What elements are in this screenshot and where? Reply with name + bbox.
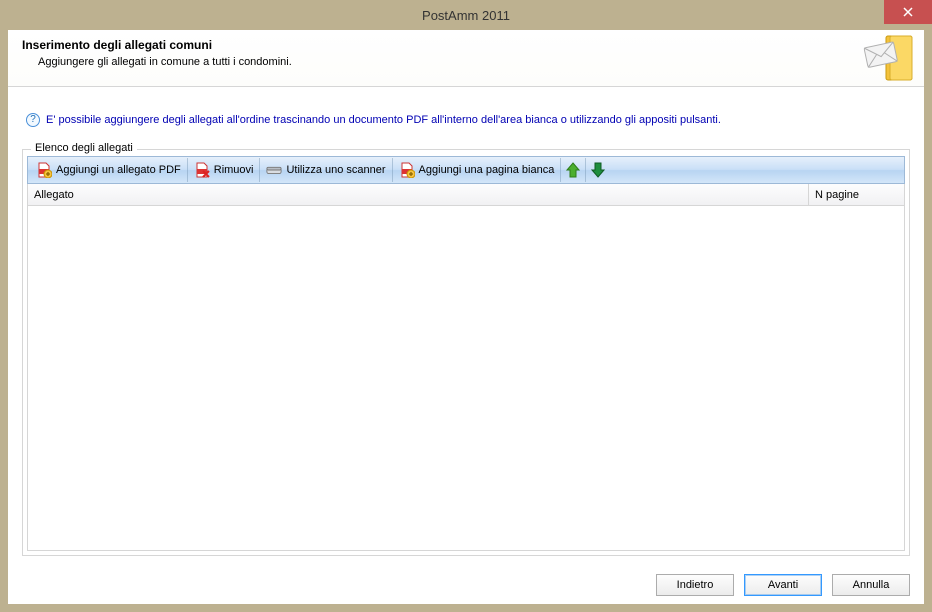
pdf-remove-icon [194,162,210,178]
wizard-header: Inserimento degli allegati comuni Aggiun… [8,30,924,87]
add-blank-page-label: Aggiungi una pagina bianca [419,164,555,176]
pdf-add-blank-icon [399,162,415,178]
info-text: E' possibile aggiungere degli allegati a… [46,114,721,126]
wizard-footer: Indietro Avanti Annulla [8,566,924,604]
pdf-add-icon [36,162,52,178]
window-body: Inserimento degli allegati comuni Aggiun… [8,30,924,604]
scanner-icon [266,162,282,178]
arrow-up-icon [565,162,581,178]
scanner-label: Utilizza uno scanner [286,164,385,176]
close-button[interactable] [884,0,932,24]
close-icon [903,7,913,17]
next-button[interactable]: Avanti [744,574,822,596]
arrow-down-icon [590,162,606,178]
table-body[interactable] [27,206,905,551]
content-area: ? E' possibile aggiungere degli allegati… [8,87,924,566]
table-header: Allegato N pagine [27,184,905,206]
groupbox-label: Elenco degli allegati [31,142,137,154]
window-title: PostAmm 2011 [422,8,510,23]
attachments-groupbox: Elenco degli allegati Aggiungi un allega… [22,149,910,556]
move-down-button[interactable] [586,158,610,182]
cancel-button[interactable]: Annulla [832,574,910,596]
toolbar: Aggiungi un allegato PDF Rimuovi [27,156,905,184]
page-subtitle: Aggiungere gli allegati in comune a tutt… [38,56,910,68]
add-blank-page-button[interactable]: Aggiungi una pagina bianca [393,158,562,182]
add-pdf-button[interactable]: Aggiungi un allegato PDF [30,158,188,182]
move-up-button[interactable] [561,158,586,182]
envelope-icon [860,30,918,91]
add-pdf-label: Aggiungi un allegato PDF [56,164,181,176]
remove-button[interactable]: Rimuovi [188,158,261,182]
back-button[interactable]: Indietro [656,574,734,596]
page-title: Inserimento degli allegati comuni [22,38,910,52]
titlebar: PostAmm 2011 [0,0,932,30]
info-hint: ? E' possibile aggiungere degli allegati… [26,113,910,127]
column-allegato[interactable]: Allegato [28,184,809,205]
scanner-button[interactable]: Utilizza uno scanner [260,158,392,182]
help-icon: ? [26,113,40,127]
column-npagine[interactable]: N pagine [809,184,904,205]
remove-label: Rimuovi [214,164,254,176]
